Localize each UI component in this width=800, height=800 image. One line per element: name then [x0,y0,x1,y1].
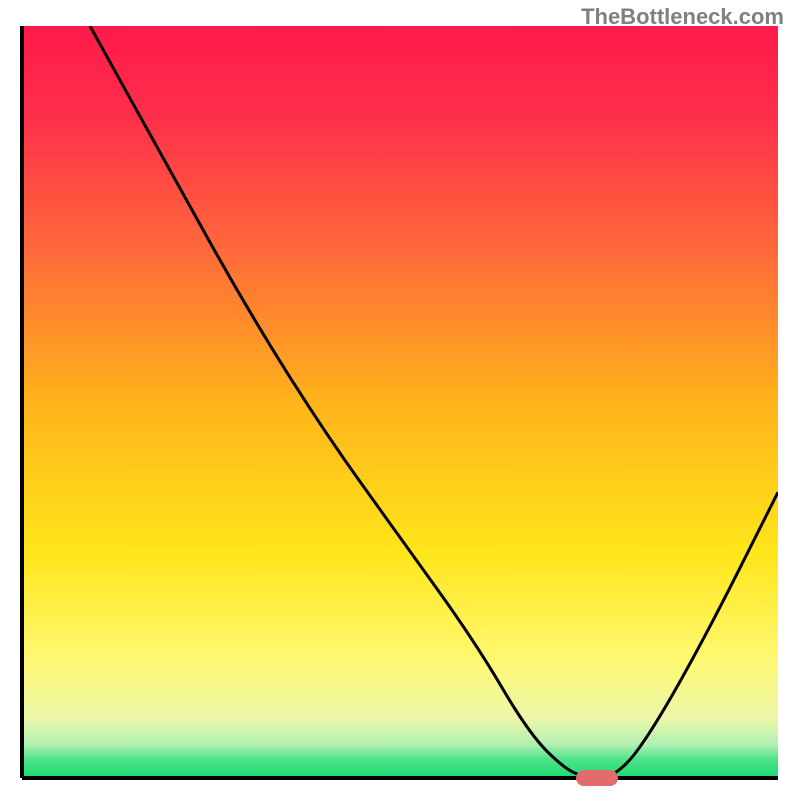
watermark-text: TheBottleneck.com [581,4,784,30]
gradient-background [22,26,778,778]
bottleneck-chart [0,0,800,800]
optimal-marker [576,770,618,786]
chart-container: TheBottleneck.com [0,0,800,800]
